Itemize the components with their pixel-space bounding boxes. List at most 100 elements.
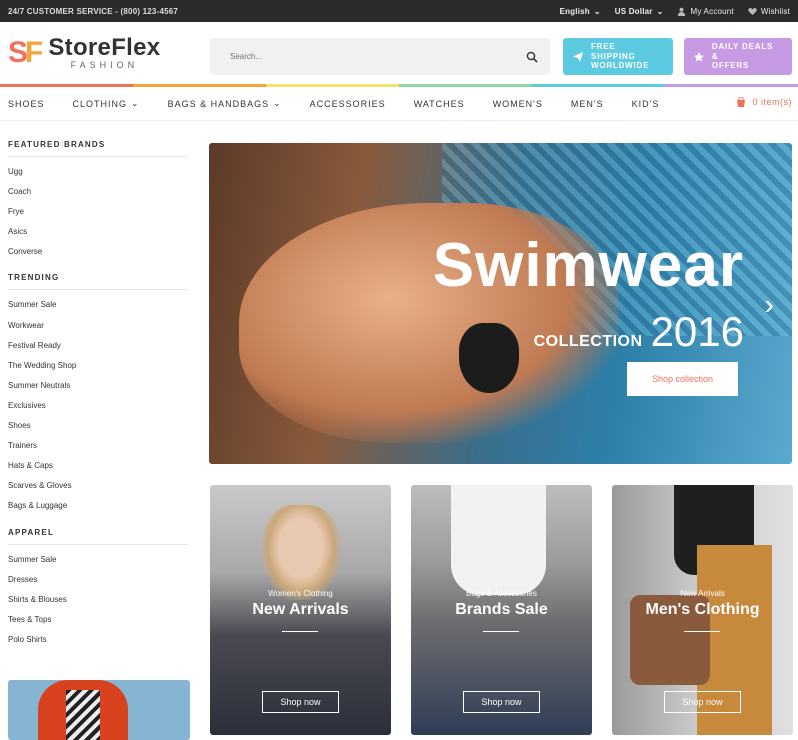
featured-brand-item[interactable]: Converse <box>8 245 188 265</box>
search-input[interactable] <box>230 52 526 61</box>
nav-accessories[interactable]: ACCESSORIES <box>310 99 386 109</box>
trending-item[interactable]: Workwear <box>8 319 188 339</box>
search-icon[interactable] <box>526 51 538 63</box>
heart-icon <box>748 7 757 15</box>
shop-now-button[interactable]: Shop now <box>463 691 540 713</box>
language-label: English <box>559 6 590 16</box>
promo-card-new-arrivals[interactable]: Women's Clothing New Arrivals Shop now <box>210 485 391 735</box>
my-account-label: My Account <box>690 6 734 16</box>
apparel-item[interactable]: Summer Sale <box>8 553 188 573</box>
apparel-item[interactable]: Polo Shirts <box>8 633 188 653</box>
featured-brand-item[interactable]: Asics <box>8 225 188 245</box>
chevron-down-icon: ⌄ <box>273 98 282 108</box>
nav-label: SHOES <box>8 98 45 109</box>
trending-group: TRENDING Summer Sale Workwear Festival Rea… <box>8 273 188 519</box>
shop-collection-button[interactable]: Shop collection <box>627 362 738 396</box>
featured-brand-item[interactable]: Frye <box>8 205 188 225</box>
store-logo[interactable]: SF StoreFlex FASHION <box>8 34 208 71</box>
trending-item[interactable]: Festival Ready <box>8 339 188 359</box>
chevron-down-icon: ⌄ <box>656 6 664 16</box>
apparel-heading: APPAREL <box>8 528 188 545</box>
nav-watches[interactable]: WATCHES <box>414 99 465 109</box>
nav-womens[interactable]: WOMEN'S <box>493 99 543 109</box>
shop-now-button[interactable]: Shop now <box>664 691 741 713</box>
trending-item[interactable]: The Wedding Shop <box>8 359 188 379</box>
wishlist-link[interactable]: Wishlist <box>748 7 790 16</box>
nav-label: BAGS & HANDBAGS <box>167 98 270 109</box>
logo-mark: SF <box>8 36 43 69</box>
main-nav: SHOES CLOTHING ⌄ BAGS & HANDBAGS ⌄ ACCESSO… <box>0 87 798 121</box>
language-selector[interactable]: English ⌄ <box>560 7 601 16</box>
card-title: Men's Clothing <box>645 601 760 618</box>
trending-item[interactable]: Shoes <box>8 419 188 439</box>
nav-label: CLOTHING <box>72 98 128 109</box>
nav-clothing[interactable]: CLOTHING ⌄ <box>73 98 140 109</box>
currency-label: US Dollar <box>614 6 653 16</box>
header: SF StoreFlex FASHION FREE SHIPPINGWORLDW… <box>0 22 798 84</box>
featured-brands-group: FEATURED BRANDS Ugg Coach Frye Asics Convers… <box>8 140 188 265</box>
chevron-right-icon[interactable]: › <box>765 291 774 319</box>
chevron-down-icon: ⌄ <box>593 6 601 16</box>
daily-deals-line2: OFFERS <box>711 61 750 71</box>
paper-plane-icon <box>573 51 583 62</box>
apparel-item[interactable]: Dresses <box>8 573 188 593</box>
trending-item[interactable]: Summer Neutrals <box>8 379 188 399</box>
trending-item[interactable]: Scarves & Gloves <box>8 479 188 499</box>
cart-count: 0 item(s) <box>752 97 792 107</box>
trending-item[interactable]: Bags & Luggage <box>8 499 188 519</box>
hero-title: Swimwear <box>432 231 744 300</box>
currency-selector[interactable]: US Dollar ⌄ <box>615 7 664 16</box>
free-shipping-line1: FREE SHIPPING <box>590 42 636 61</box>
hero-year: 2016 <box>650 308 744 355</box>
search-bar <box>210 38 550 75</box>
chevron-down-icon: ⌄ <box>131 98 140 108</box>
featured-brand-item[interactable]: Ugg <box>8 165 188 185</box>
promo-card-brands-sale[interactable]: Bags & Accessories Brands Sale Shop now <box>411 485 592 735</box>
nav-label: WATCHES <box>413 98 465 109</box>
logo-subtitle: FASHION <box>70 60 139 70</box>
shop-now-button[interactable]: Shop now <box>262 691 339 713</box>
daily-deals-line1: DAILY DEALS & <box>711 42 774 61</box>
wishlist-label: Wishlist <box>760 6 790 16</box>
free-shipping-banner[interactable]: FREE SHIPPING WORLDWIDE <box>563 38 673 75</box>
top-bar: 24/7 CUSTOMER SERVICE - (800) 123-4567 E… <box>0 0 798 22</box>
apparel-item[interactable]: Tees & Tops <box>8 613 188 633</box>
shopping-bag-icon <box>737 97 746 107</box>
sidebar: FEATURED BRANDS Ugg Coach Frye Asics Convers… <box>8 140 188 661</box>
daily-deals-banner[interactable]: DAILY DEALS & OFFERS <box>684 38 792 75</box>
logo-title: StoreFlex <box>48 34 161 61</box>
featured-brand-item[interactable]: Coach <box>8 185 188 205</box>
hero-slider: Swimwear COLLECTION 2016 Shop collection… <box>209 143 792 464</box>
hero-swimsuit-image <box>459 323 519 393</box>
nav-label: KID'S <box>631 98 660 109</box>
featured-brands-heading: FEATURED BRANDS <box>8 140 188 157</box>
card-title: Brands Sale <box>455 601 548 618</box>
nav-mens[interactable]: MEN'S <box>571 99 604 109</box>
nav-shoes[interactable]: SHOES <box>8 99 45 109</box>
nav-bags-handbags[interactable]: BAGS & HANDBAGS ⌄ <box>168 98 282 109</box>
nav-label: WOMEN'S <box>492 98 543 109</box>
my-account-link[interactable]: My Account <box>677 6 734 16</box>
card-subtitle: New Arrivals <box>680 589 725 598</box>
trending-item[interactable]: Summer Sale <box>8 298 188 318</box>
nav-label: MEN'S <box>570 98 604 109</box>
hero-collection-label: COLLECTION <box>533 333 643 350</box>
card-title: New Arrivals <box>252 601 349 618</box>
trending-item[interactable]: Trainers <box>8 439 188 459</box>
cart-link[interactable]: 0 item(s) <box>736 97 792 107</box>
star-icon <box>694 51 704 62</box>
promo-card-mens-clothing[interactable]: New Arrivals Men's Clothing Shop now <box>612 485 793 735</box>
free-shipping-line2: WORLDWIDE <box>590 61 650 71</box>
nav-kids[interactable]: KID'S <box>632 99 660 109</box>
card-subtitle: Bags & Accessories <box>466 589 537 598</box>
trending-item[interactable]: Exclusives <box>8 399 188 419</box>
nav-label: ACCESSORIES <box>309 98 386 109</box>
apparel-group: APPAREL Summer Sale Dresses Shirts & Blous… <box>8 528 188 653</box>
customer-service-text: 24/7 CUSTOMER SERVICE - (800) 123-4567 <box>8 6 179 16</box>
sidebar-promo-image[interactable] <box>8 680 190 740</box>
user-icon <box>678 7 686 16</box>
trending-heading: TRENDING <box>8 273 188 291</box>
trending-item[interactable]: Hats & Caps <box>8 459 188 479</box>
apparel-item[interactable]: Shirts & Blouses <box>8 593 188 613</box>
card-subtitle: Women's Clothing <box>268 589 333 598</box>
